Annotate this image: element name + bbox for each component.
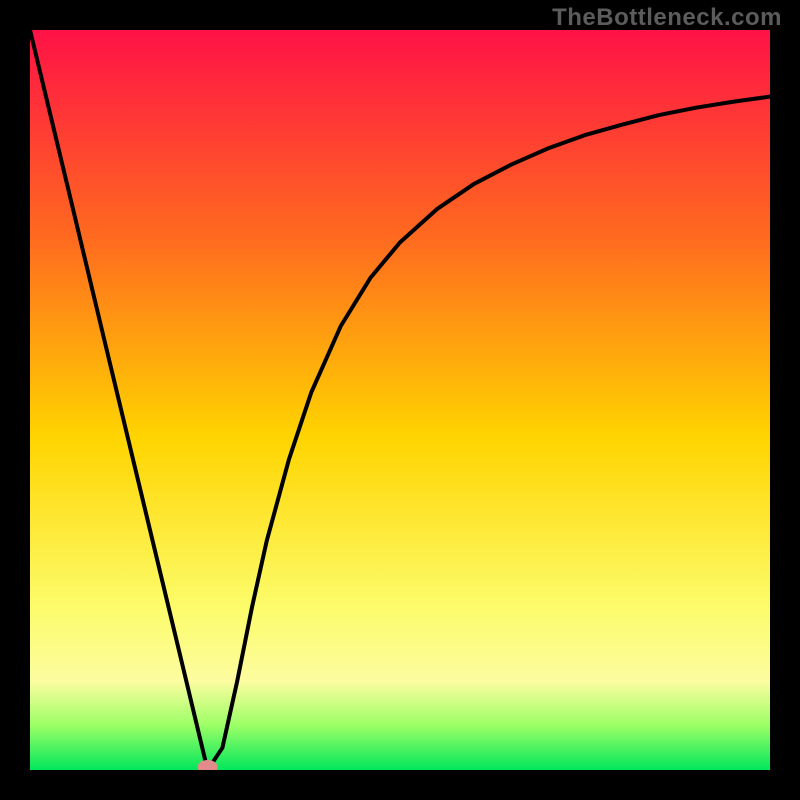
plot-area [30,30,770,770]
watermark-text: TheBottleneck.com [552,4,782,32]
chart-svg [30,30,770,770]
chart-frame: TheBottleneck.com [0,0,800,800]
gradient-background [30,30,770,770]
